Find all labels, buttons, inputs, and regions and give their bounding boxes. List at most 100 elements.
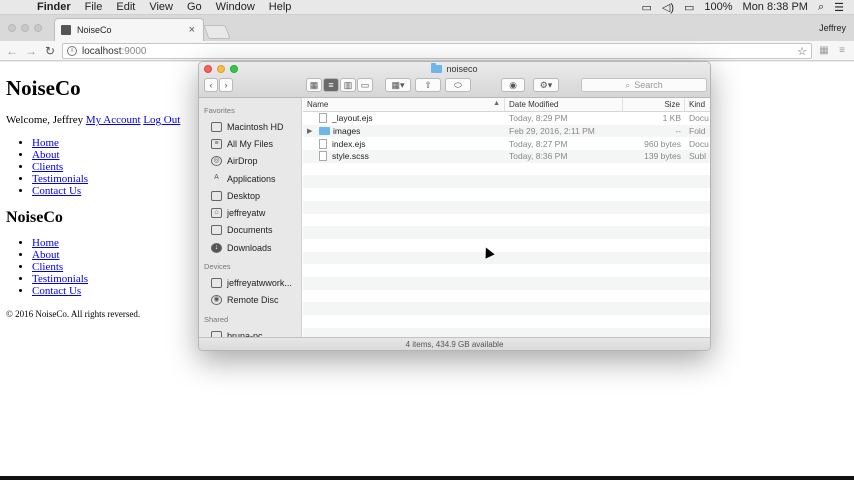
file-date: Today, 8:29 PM: [509, 113, 568, 124]
cover-flow-button[interactable]: ▭: [357, 78, 373, 92]
search-icon: ⌕: [625, 79, 631, 90]
forward-button[interactable]: ›: [219, 78, 233, 92]
footer-clients-link[interactable]: Clients: [32, 261, 63, 273]
back-button[interactable]: ‹: [204, 78, 218, 92]
sidebar-item-downloads[interactable]: ↓ Downloads: [199, 239, 301, 256]
column-header-label: Name: [307, 100, 329, 109]
favicon-icon: [61, 25, 71, 35]
my-account-link[interactable]: My Account: [86, 114, 141, 126]
log-out-link[interactable]: Log Out: [143, 114, 180, 126]
airdrop-icon: ◎: [211, 156, 222, 167]
volume-icon[interactable]: ◁): [662, 1, 674, 14]
browser-close-icon[interactable]: [8, 24, 16, 32]
sidebar-item-label: Applications: [227, 173, 276, 184]
battery-icon[interactable]: ▭: [684, 1, 694, 14]
reload-icon[interactable]: ↻: [43, 44, 57, 58]
footer-testimonials-link[interactable]: Testimonials: [32, 273, 88, 285]
new-tab-button[interactable]: [203, 25, 231, 39]
finder-search-input[interactable]: ⌕ Search: [581, 78, 707, 92]
nav-testimonials-link[interactable]: Testimonials: [32, 173, 88, 185]
tags-button[interactable]: ⬭: [445, 78, 471, 92]
table-row[interactable]: _layout.ejs Today, 8:29 PM 1 KB Docu: [303, 112, 710, 125]
desktop-icon: [211, 190, 222, 201]
menu-help[interactable]: Help: [262, 1, 299, 13]
site-info-icon[interactable]: i: [67, 46, 77, 56]
menu-extras: ▭ ◁) ▭ 100% Mon 8:38 PM ⌕ ☰: [641, 1, 854, 14]
menu-file[interactable]: File: [78, 1, 110, 13]
notification-center-icon[interactable]: ☰: [834, 1, 844, 14]
list-view-button[interactable]: ≡: [323, 78, 339, 92]
chrome-menu-icon[interactable]: ≡: [836, 45, 848, 57]
nav-about-link[interactable]: About: [32, 149, 60, 161]
nav-contact-link[interactable]: Contact Us: [32, 185, 81, 197]
column-view-button[interactable]: ▥: [340, 78, 356, 92]
footer-home-link[interactable]: Home: [32, 237, 59, 249]
column-header-name[interactable]: Name ▲: [303, 98, 505, 111]
sidebar-item-shared-pc[interactable]: bruna-pc: [199, 327, 301, 337]
sidebar-item-airdrop[interactable]: ◎ AirDrop: [199, 153, 301, 170]
menu-window[interactable]: Window: [209, 1, 262, 13]
file-size: 1 KB: [662, 113, 681, 124]
sidebar-item-documents[interactable]: Documents: [199, 222, 301, 239]
empty-row: [303, 239, 710, 252]
browser-tab-strip: NoiseCo × Jeffrey: [0, 15, 854, 41]
sidebar-item-label: Desktop: [227, 190, 261, 201]
extension-icon[interactable]: ▦: [818, 45, 830, 57]
footer-about-link[interactable]: About: [32, 249, 60, 261]
documents-icon: [211, 225, 222, 236]
browser-minimize-icon[interactable]: [21, 24, 29, 32]
nav-home-link[interactable]: Home: [32, 137, 59, 149]
menu-finder[interactable]: Finder: [30, 1, 78, 13]
disclosure-triangle-icon[interactable]: ▶: [307, 127, 319, 135]
clock[interactable]: Mon 8:38 PM: [743, 1, 808, 13]
airplay-icon[interactable]: ▭: [641, 1, 651, 14]
column-header-date[interactable]: Date Modified: [505, 98, 623, 111]
spotlight-icon[interactable]: ⌕: [818, 1, 824, 14]
action-button[interactable]: ⚙▾: [533, 78, 559, 92]
nav-clients-link[interactable]: Clients: [32, 161, 63, 173]
icon-view-button[interactable]: ▦: [306, 78, 322, 92]
file-kind: Subl: [689, 151, 707, 162]
welcome-text: Welcome, Jeffrey: [6, 114, 84, 126]
sidebar-item-device[interactable]: jeffreyatwwork...: [199, 274, 301, 291]
url-port: :9000: [121, 45, 147, 57]
address-bar[interactable]: i localhost :9000 ☆: [62, 43, 812, 59]
finder-sidebar: Favorites Macintosh HD ≡ All My Files ◎ Ai…: [199, 98, 302, 337]
disc-icon: ◉: [211, 295, 222, 306]
footer-contact-link[interactable]: Contact Us: [32, 285, 81, 297]
bookmark-star-icon[interactable]: ☆: [797, 45, 807, 58]
menu-edit[interactable]: Edit: [109, 1, 142, 13]
menu-bar: Finder File Edit View Go Window Help ▭ ◁…: [0, 0, 854, 15]
browser-zoom-icon[interactable]: [34, 24, 42, 32]
sidebar-item-remote-disc[interactable]: ◉ Remote Disc: [199, 292, 301, 309]
sidebar-item-home[interactable]: ⌂ jeffreyatw: [199, 204, 301, 221]
arrange-button[interactable]: ▦▾: [385, 78, 411, 92]
tab-close-icon[interactable]: ×: [189, 24, 195, 36]
browser-tab[interactable]: NoiseCo ×: [54, 18, 204, 41]
forward-arrow-icon[interactable]: →: [24, 44, 38, 58]
finder-title-text: noiseco: [446, 64, 478, 74]
profile-name[interactable]: Jeffrey: [819, 23, 846, 33]
file-name: style.scss: [332, 151, 369, 162]
table-row[interactable]: index.ejs Today, 8:27 PM 960 bytes Docu: [303, 137, 710, 150]
share-button[interactable]: ⇧: [415, 78, 441, 92]
quick-look-button[interactable]: ◉: [501, 78, 525, 92]
sidebar-item-label: jeffreyatw: [227, 208, 266, 219]
sidebar-devices-heading: Devices: [204, 262, 231, 272]
table-row[interactable]: style.scss Today, 8:36 PM 139 bytes Subl: [303, 150, 710, 163]
empty-row: [303, 327, 710, 337]
sidebar-item-macintosh-hd[interactable]: Macintosh HD: [199, 118, 301, 135]
grid-icon: ▦: [309, 79, 319, 90]
sidebar-item-applications[interactable]: A Applications: [199, 170, 301, 187]
back-arrow-icon[interactable]: ←: [5, 44, 19, 58]
column-header-size[interactable]: Size: [623, 98, 685, 111]
table-row[interactable]: ▶ images Feb 29, 2016, 2:11 PM -- Fold: [303, 124, 710, 138]
sidebar-item-desktop[interactable]: Desktop: [199, 187, 301, 204]
battery-percent[interactable]: 100%: [704, 1, 732, 13]
sidebar-item-all-my-files[interactable]: ≡ All My Files: [199, 135, 301, 152]
finder-titlebar[interactable]: noiseco ‹ › ▦ ≡ ▥ ▭ ▦▾ ⇧ ⬭ ◉ ⚙▾ ⌕ Search: [199, 62, 710, 98]
menu-view[interactable]: View: [142, 1, 180, 13]
column-header-kind[interactable]: Kind: [685, 98, 710, 111]
menu-go[interactable]: Go: [180, 1, 209, 13]
file-name: _layout.ejs: [332, 113, 373, 124]
